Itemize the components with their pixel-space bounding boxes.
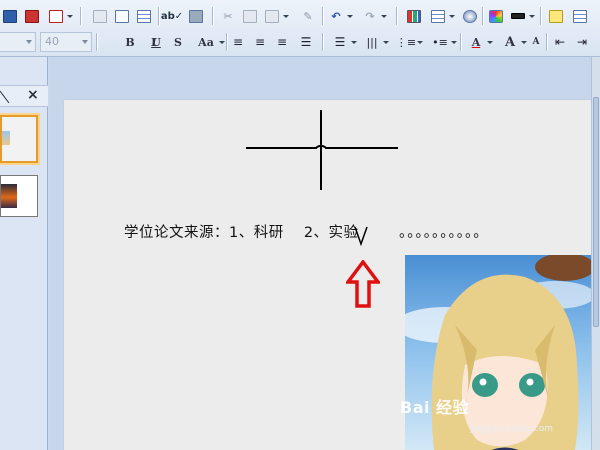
save-icon[interactable] bbox=[0, 6, 20, 26]
watermark-url: jingyan.baidu.com bbox=[470, 424, 554, 434]
new-slide-icon[interactable] bbox=[546, 6, 566, 26]
line-style-icon[interactable] bbox=[508, 6, 535, 26]
vertical-scrollbar[interactable] bbox=[591, 57, 600, 450]
increase-indent-icon[interactable]: ⇥ bbox=[572, 32, 592, 52]
table-icon[interactable] bbox=[428, 6, 455, 26]
redo-icon[interactable]: ↷ bbox=[360, 6, 387, 26]
toolbar-separator bbox=[540, 7, 541, 25]
justify-icon[interactable]: ☰ bbox=[296, 32, 316, 52]
slide-layout-icon[interactable] bbox=[570, 6, 590, 26]
bold-button[interactable]: B bbox=[120, 32, 140, 52]
bullets-icon[interactable]: •≡ bbox=[430, 32, 457, 52]
toolbar-separator bbox=[482, 7, 483, 25]
chevron-down-icon bbox=[26, 40, 32, 44]
print-icon[interactable] bbox=[22, 6, 42, 26]
slide-workspace: 学位论文来源：1、科研 2、实验 。。。。。。。。。。 bbox=[49, 57, 600, 450]
format-painter-icon[interactable]: ✎ bbox=[298, 6, 318, 26]
research-icon[interactable] bbox=[186, 6, 206, 26]
slide-thumbnail-1[interactable] bbox=[0, 115, 38, 163]
font-color-button[interactable]: A bbox=[466, 32, 493, 52]
chevron-down-icon bbox=[82, 40, 88, 44]
columns-icon[interactable]: ||| bbox=[362, 32, 389, 52]
anime-character-image[interactable] bbox=[405, 255, 592, 450]
slide-thumbnail-2[interactable] bbox=[0, 175, 38, 217]
toolbar-separator bbox=[322, 33, 323, 51]
align-right-icon[interactable]: ≡ bbox=[272, 32, 292, 52]
thumbnail-image bbox=[1, 184, 17, 208]
underline-button[interactable]: U bbox=[146, 32, 166, 52]
ellipsis-dots: 。。。。。。。。。。 bbox=[399, 225, 489, 241]
search-icon[interactable] bbox=[112, 6, 132, 26]
spellcheck-icon[interactable]: ab✓ bbox=[161, 6, 183, 26]
toolbar-separator bbox=[322, 7, 323, 25]
slides-pane-tabs: × bbox=[0, 85, 48, 107]
thumbnail-image bbox=[2, 131, 10, 145]
print-preview-icon[interactable] bbox=[90, 6, 110, 26]
slides-pane: × bbox=[0, 57, 48, 450]
crossing-lines-drawing[interactable] bbox=[244, 108, 400, 192]
toolbar-separator bbox=[460, 33, 461, 51]
copy-icon[interactable] bbox=[240, 6, 260, 26]
slide-canvas[interactable]: 学位论文来源：1、科研 2、实验 。。。。。。。。。。 bbox=[64, 100, 592, 450]
red-up-arrow-icon bbox=[346, 260, 380, 308]
font-size-combo[interactable]: 40 bbox=[40, 32, 92, 52]
align-center-icon[interactable]: ≡ bbox=[250, 32, 270, 52]
scrollbar-thumb[interactable] bbox=[593, 97, 599, 327]
numbering-icon[interactable]: ⋮≡ bbox=[396, 32, 423, 52]
toolbar-separator bbox=[80, 7, 81, 25]
formatting-toolbar-row: 40 B I U S Aa ≡ ≡ ≡ ☰ ☰ ||| ⋮≡ •≡ A A A … bbox=[0, 30, 600, 54]
color-swatch-icon[interactable] bbox=[460, 6, 480, 26]
insertion-caret-icon bbox=[354, 226, 368, 246]
toolbar-separator bbox=[546, 33, 547, 51]
change-case-button[interactable]: Aa bbox=[194, 32, 225, 52]
chart-icon[interactable] bbox=[404, 6, 424, 26]
toolbar-separator bbox=[96, 33, 97, 51]
undo-icon[interactable]: ↶ bbox=[326, 6, 353, 26]
grow-font-button[interactable]: A bbox=[500, 32, 527, 52]
toolbar-separator bbox=[396, 7, 397, 25]
color-scheme-icon[interactable] bbox=[486, 6, 506, 26]
print-setup-icon[interactable] bbox=[134, 6, 154, 26]
cut-icon[interactable]: ✂ bbox=[218, 6, 238, 26]
font-name-combo[interactable] bbox=[0, 32, 36, 52]
decrease-indent-icon[interactable]: ⇤ bbox=[550, 32, 570, 52]
toolbar-separator bbox=[212, 7, 213, 25]
shrink-font-button[interactable]: A bbox=[526, 32, 546, 52]
close-icon[interactable]: × bbox=[27, 87, 39, 103]
shadow-button[interactable]: S bbox=[168, 32, 188, 52]
align-left-icon[interactable]: ≡ bbox=[228, 32, 248, 52]
paste-icon[interactable] bbox=[262, 6, 289, 26]
outline-tab-icon[interactable] bbox=[0, 89, 13, 103]
thesis-source-text[interactable]: 学位论文来源：1、科研 2、实验 bbox=[124, 221, 359, 242]
font-size-value: 40 bbox=[45, 35, 59, 48]
standard-toolbar-row: ab✓ ✂ ✎ ↶ ↷ bbox=[0, 4, 600, 28]
watermark-logo: Bai 经验 bbox=[400, 398, 470, 417]
formatting-toolbar: ab✓ ✂ ✎ ↶ ↷ 40 B I U S Aa ≡ ≡ ≡ ☰ ☰ ||| … bbox=[0, 0, 600, 57]
pdf-icon[interactable] bbox=[46, 6, 73, 26]
line-spacing-icon[interactable]: ☰ bbox=[330, 32, 357, 52]
toolbar-separator bbox=[158, 7, 159, 25]
anime-illustration bbox=[405, 255, 592, 450]
toolbar-separator bbox=[226, 33, 227, 51]
